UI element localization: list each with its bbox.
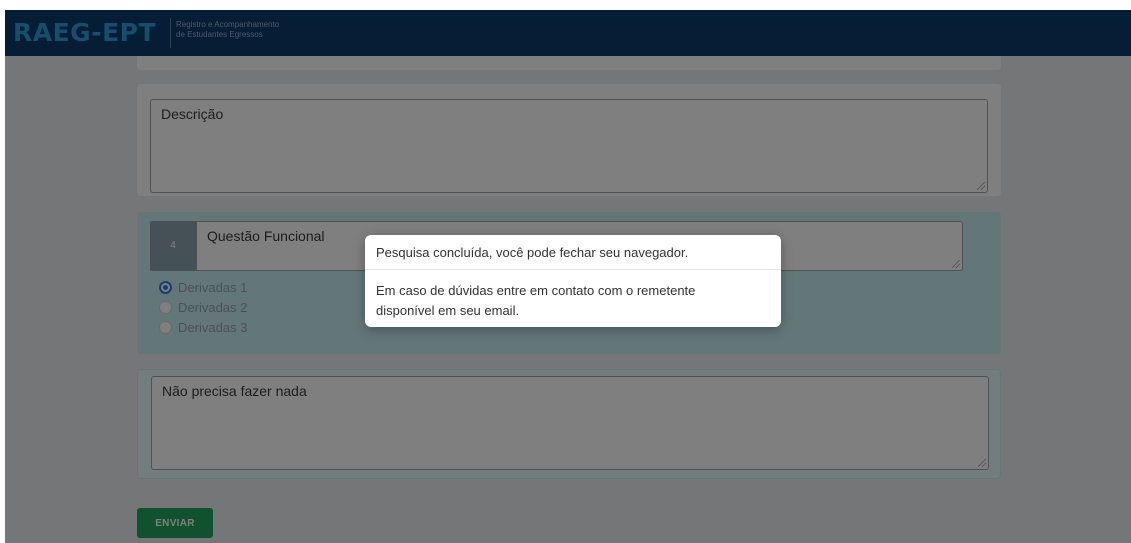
- page-viewport: RAEG-EPT Registro e Acompanhamento de Es…: [5, 10, 1131, 543]
- completion-modal: Pesquisa concluída, você pode fechar seu…: [365, 235, 781, 327]
- modal-header: Pesquisa concluída, você pode fechar seu…: [365, 235, 781, 270]
- modal-body-line1: Em caso de dúvidas entre em contato com …: [376, 283, 696, 298]
- modal-body-line2: disponível em seu email.: [376, 303, 520, 318]
- modal-title: Pesquisa concluída, você pode fechar seu…: [376, 245, 689, 260]
- modal-body: Em caso de dúvidas entre em contato com …: [376, 281, 756, 321]
